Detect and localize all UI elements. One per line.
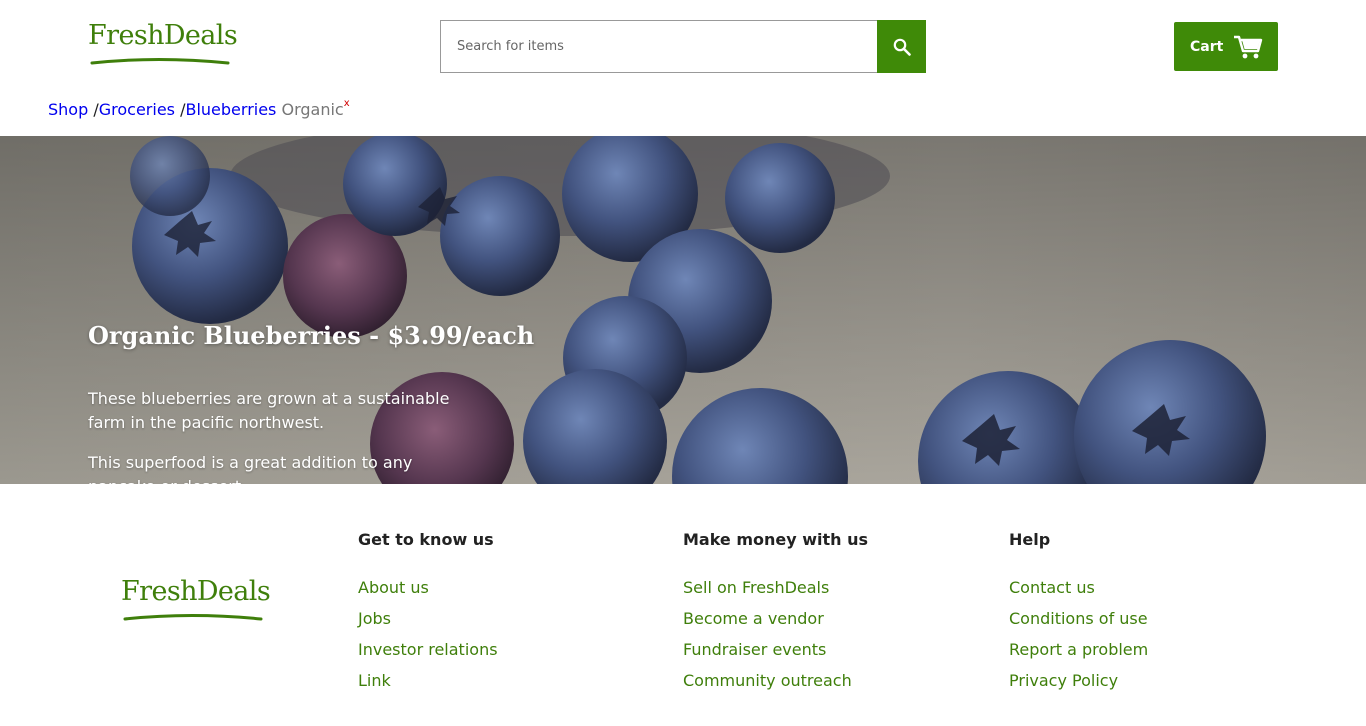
footer-logo[interactable]: FreshDeals [121,578,271,628]
footer-link-about-us[interactable]: About us [358,578,498,598]
site-footer: FreshDeals Get to know us About us Jobs … [0,484,1366,726]
footer-link-conditions-of-use[interactable]: Conditions of use [1009,609,1148,629]
footer-column-get-to-know-us: Get to know us About us Jobs Investor re… [358,530,498,702]
footer-link-privacy-policy[interactable]: Privacy Policy [1009,671,1148,691]
footer-link-become-vendor[interactable]: Become a vendor [683,609,868,629]
footer-heading: Get to know us [358,530,494,549]
footer-link-link[interactable]: Link [358,671,498,691]
breadcrumb-shop[interactable]: Shop [48,100,88,119]
logo-text: FreshDeals [88,20,238,51]
footer-column-make-money: Make money with us Sell on FreshDeals Be… [683,530,868,702]
search-bar [440,20,926,73]
breadcrumb-current: Organic [281,100,344,119]
product-description-extra: This superfood is a great addition to an… [88,453,413,484]
search-icon [893,38,911,56]
breadcrumb: Shop /Groceries /Blueberries Organicx [48,98,350,119]
site-header: FreshDeals Cart Shop /Groceries /Bluebe [0,0,1366,136]
footer-logo-text: FreshDeals [121,576,271,607]
freshdeals-logo[interactable]: FreshDeals [88,22,238,72]
breadcrumb-blueberries[interactable]: Blueberries [185,100,276,119]
product-title: Organic Blueberries - $3.99/each [88,321,535,350]
breadcrumb-remove-icon[interactable]: x [344,98,350,109]
cart-icon [1233,34,1263,60]
product-hero: Organic Blueberries - $3.99/each These b… [0,136,1366,484]
footer-heading: Make money with us [683,530,869,549]
footer-link-contact-us[interactable]: Contact us [1009,578,1148,598]
footer-heading: Help [1009,530,1051,549]
footer-link-report-problem[interactable]: Report a problem [1009,640,1148,660]
cart-button[interactable]: Cart [1174,22,1278,71]
footer-link-investor-relations[interactable]: Investor relations [358,640,498,660]
footer-link-sell[interactable]: Sell on FreshDeals [683,578,868,598]
footer-link-community-outreach[interactable]: Community outreach [683,671,868,691]
footer-column-help: Help Contact us Conditions of use Report… [1009,530,1148,702]
footer-link-fundraiser-events[interactable]: Fundraiser events [683,640,868,660]
search-input[interactable] [440,20,877,73]
logo-swoosh-icon [123,614,263,621]
product-description: These blueberries are grown at a sustain… [88,389,450,432]
cart-label: Cart [1190,38,1224,55]
breadcrumb-groceries[interactable]: Groceries [99,100,175,119]
logo-swoosh-icon [90,58,230,65]
search-button[interactable] [877,20,926,73]
footer-link-jobs[interactable]: Jobs [358,609,498,629]
